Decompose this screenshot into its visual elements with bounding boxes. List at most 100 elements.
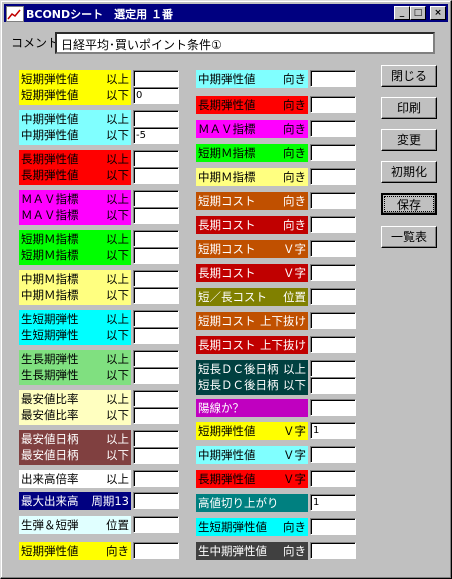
condition-row: 短長ＤＣ後日柄 以上 xyxy=(198,361,306,377)
condition-value[interactable] xyxy=(310,168,356,185)
maximize-button[interactable]: □ xyxy=(410,6,426,20)
condition-value-lower[interactable] xyxy=(133,327,179,344)
condition-value[interactable] xyxy=(310,288,356,305)
condition-value[interactable] xyxy=(310,518,356,535)
condition-operator: 向き xyxy=(106,544,129,558)
condition-value[interactable] xyxy=(133,542,179,559)
condition-value[interactable] xyxy=(310,336,356,353)
condition-value-upper[interactable] xyxy=(133,190,179,207)
condition-value[interactable] xyxy=(310,120,356,137)
condition-name: 生短期弾性値 xyxy=(198,520,267,534)
condition-label-L8: 生長期弾性 以上 生長期弾性 以下 xyxy=(19,350,131,385)
bcond-window: BCONDシート 選定用 １番 _ □ × コメント 日経平均･買いポイント条件… xyxy=(0,0,452,579)
condition-row: 長期弾性値 向き xyxy=(198,97,306,113)
condition-value[interactable] xyxy=(310,192,356,209)
condition-label-R4: 短期Ｍ指標 向き xyxy=(196,144,308,162)
condition-operator: 以下 xyxy=(106,248,129,262)
comment-label: コメント xyxy=(11,36,60,50)
title-bar[interactable]: BCONDシート 選定用 １番 _ □ × xyxy=(4,4,448,22)
condition-row: 短期Ｍ指標 以上 xyxy=(21,231,129,247)
condition-name: 短長ＤＣ後日柄 xyxy=(198,362,279,376)
condition-value[interactable] xyxy=(310,264,356,281)
condition-value-lower[interactable] xyxy=(133,367,179,384)
list-button[interactable]: 一覧表 xyxy=(381,226,437,248)
condition-value[interactable]: 1 xyxy=(310,422,356,439)
condition-name: 生長期弾性 xyxy=(21,368,79,382)
condition-row: 最安値日柄 以上 xyxy=(21,431,129,447)
condition-label-R19: 生短期弾性値 向き xyxy=(196,518,308,536)
condition-value[interactable] xyxy=(310,446,356,463)
condition-value-upper[interactable] xyxy=(133,430,179,447)
condition-value-upper[interactable] xyxy=(133,70,179,87)
save-button[interactable]: 保存 xyxy=(381,193,437,215)
condition-value[interactable] xyxy=(310,312,356,329)
condition-value-lower[interactable] xyxy=(133,287,179,304)
condition-name: 中期Ｍ指標 xyxy=(198,170,256,184)
condition-name: 中期Ｍ指標 xyxy=(21,272,79,286)
condition-label-R11: 短期コスト 上下抜け xyxy=(196,312,308,330)
condition-row: 短長ＤＣ後日柄 以下 xyxy=(198,377,306,393)
condition-operator: 以下 xyxy=(283,378,306,392)
condition-value[interactable] xyxy=(310,399,356,416)
condition-row: 短期Ｍ指標 以下 xyxy=(21,247,129,263)
condition-label-L11: 出来高倍率 以上 xyxy=(19,470,131,488)
change-button[interactable]: 変更 xyxy=(381,129,437,151)
condition-label-R16: 中期弾性値 Ｖ字 xyxy=(196,446,308,464)
minimize-button[interactable]: _ xyxy=(394,6,410,20)
condition-label-R3: ＭＡＶ指標 向き xyxy=(196,120,308,138)
close-window-button[interactable]: × xyxy=(430,6,446,20)
condition-value-lower[interactable] xyxy=(133,167,179,184)
window-title: BCONDシート 選定用 １番 xyxy=(26,8,173,21)
condition-value-lower[interactable] xyxy=(133,247,179,264)
condition-value[interactable] xyxy=(310,240,356,257)
condition-row: 長期コスト 向き xyxy=(198,217,306,233)
condition-label-L9: 最安値比率 以上 最安値比率 以下 xyxy=(19,390,131,425)
condition-operator: 以上 xyxy=(106,432,129,446)
condition-value-lower[interactable] xyxy=(310,377,356,394)
condition-value[interactable] xyxy=(310,144,356,161)
condition-value-upper[interactable] xyxy=(133,350,179,367)
condition-row: 最安値比率 以下 xyxy=(21,407,129,423)
condition-row: 中期弾性値 Ｖ字 xyxy=(198,447,306,463)
condition-name: 最安値比率 xyxy=(21,392,79,406)
comment-input[interactable]: 日経平均･買いポイント条件① xyxy=(55,32,435,54)
condition-name: 短期Ｍ指標 xyxy=(198,146,256,160)
condition-value-upper[interactable] xyxy=(133,110,179,127)
condition-value[interactable] xyxy=(310,70,356,87)
condition-row: 長期コスト 上下抜け xyxy=(198,337,306,353)
condition-value-upper[interactable] xyxy=(133,230,179,247)
condition-value-upper[interactable] xyxy=(310,360,356,377)
condition-value[interactable] xyxy=(310,216,356,233)
condition-row: 長期弾性値 以上 xyxy=(21,151,129,167)
condition-value[interactable]: 1 xyxy=(310,494,356,511)
condition-value-lower[interactable] xyxy=(133,407,179,424)
condition-operator: 以下 xyxy=(106,408,129,422)
condition-value[interactable] xyxy=(310,470,356,487)
condition-value-upper[interactable] xyxy=(133,310,179,327)
condition-value-upper[interactable] xyxy=(133,150,179,167)
condition-value-lower[interactable] xyxy=(133,447,179,464)
condition-label-L3: 長期弾性値 以上 長期弾性値 以下 xyxy=(19,150,131,185)
close-button[interactable]: 閉じる xyxy=(381,65,437,87)
condition-value-lower[interactable]: -5 xyxy=(133,127,179,144)
condition-value[interactable] xyxy=(310,96,356,113)
condition-value-upper[interactable] xyxy=(133,390,179,407)
condition-name: 生長期弾性 xyxy=(21,352,79,366)
condition-value[interactable] xyxy=(133,470,179,487)
condition-name: 短長ＤＣ後日柄 xyxy=(198,378,279,392)
condition-value[interactable] xyxy=(133,516,179,533)
condition-value-upper[interactable] xyxy=(133,270,179,287)
condition-name: 生中期弾性値 xyxy=(198,544,267,558)
condition-label-L12: 最大出来高 周期13 xyxy=(19,492,131,510)
condition-value[interactable] xyxy=(310,542,356,559)
condition-name: ＭＡＶ指標 xyxy=(21,192,79,206)
condition-row: 長期コスト Ｖ字 xyxy=(198,265,306,281)
condition-value-lower[interactable]: 0 xyxy=(133,87,179,104)
condition-label-R18: 高値切り上がり xyxy=(196,494,308,512)
condition-value-lower[interactable] xyxy=(133,207,179,224)
init-button[interactable]: 初期化 xyxy=(381,161,437,183)
condition-label-R1: 中期弾性値 向き xyxy=(196,70,308,88)
print-button[interactable]: 印刷 xyxy=(381,97,437,119)
condition-name: 短期コスト xyxy=(198,314,256,328)
condition-value[interactable] xyxy=(133,492,179,509)
